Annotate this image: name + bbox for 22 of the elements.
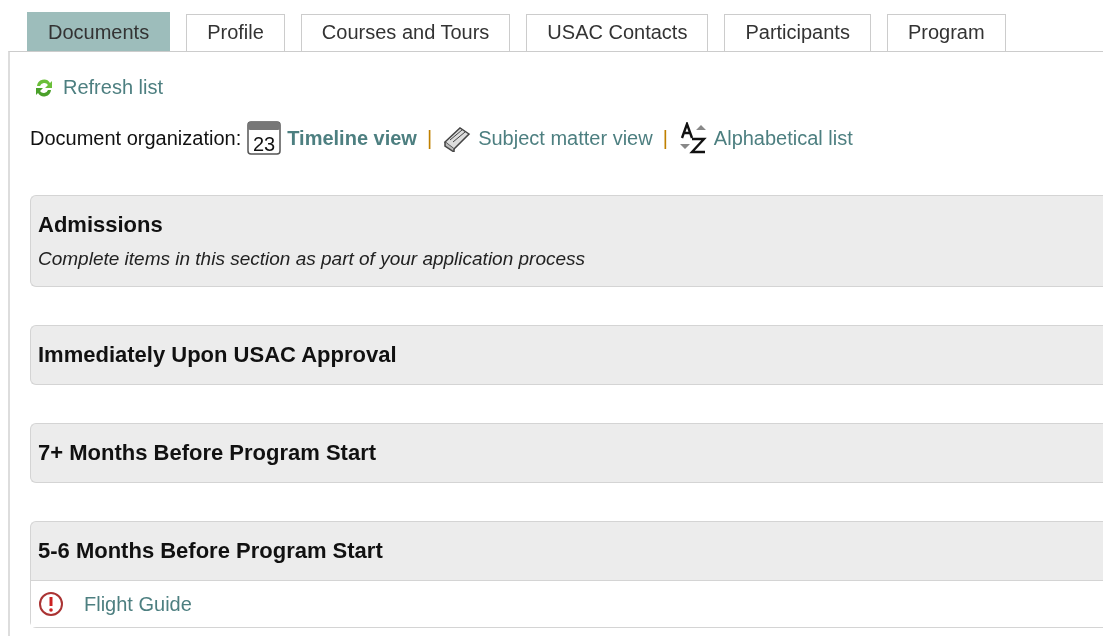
tab[interactable]: Courses and Tours — [300, 14, 511, 51]
section-title: 7+ Months Before Program Start — [38, 440, 377, 466]
tab[interactable]: Profile — [186, 14, 285, 51]
section-title: Admissions — [38, 212, 164, 238]
separator: | — [662, 126, 668, 150]
view-link[interactable]: Alphabetical list — [713, 126, 853, 150]
books-icon — [442, 124, 473, 152]
calendar-icon: 23 — [247, 121, 282, 155]
document-link[interactable]: Flight Guide — [84, 592, 192, 616]
tab[interactable]: USAC Contacts — [526, 14, 709, 51]
separator: | — [426, 126, 433, 150]
view-link[interactable]: Timeline view — [287, 126, 417, 150]
view-link[interactable]: Subject matter view — [478, 126, 653, 150]
section-title: Immediately Upon USAC Approval — [38, 342, 398, 368]
section-title: 5-6 Months Before Program Start — [38, 538, 384, 564]
tab[interactable]: Participants — [724, 14, 871, 51]
tab[interactable]: Program — [886, 14, 1006, 51]
tab[interactable]: Documents — [27, 12, 171, 51]
organization-label: Document organization: — [30, 126, 242, 150]
section-description: Complete items in this section as part of your application process — [38, 248, 587, 270]
alert-icon — [38, 591, 64, 617]
refresh-link[interactable]: Refresh list — [63, 76, 164, 99]
